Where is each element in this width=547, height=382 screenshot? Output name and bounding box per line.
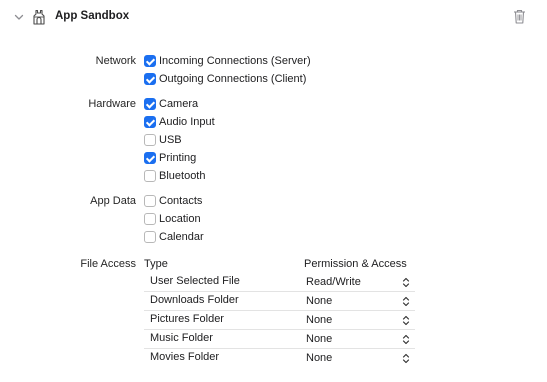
app-data-option-location: Location — [0, 211, 547, 229]
popup-arrows-icon[interactable] — [402, 277, 410, 288]
app-data-option-calendar: Calendar — [0, 229, 547, 247]
checkbox-label: Calendar — [159, 231, 204, 243]
trash-icon[interactable] — [513, 9, 526, 24]
table-row: User Selected File Read/Write — [144, 273, 415, 292]
hardware-option-usb: USB — [0, 132, 547, 150]
popup-arrows-icon[interactable] — [402, 353, 410, 364]
permission-value[interactable]: None — [306, 333, 332, 345]
checkbox-label: Audio Input — [159, 116, 215, 128]
checkbox-label: Bluetooth — [159, 170, 206, 182]
calendar-checkbox[interactable] — [144, 231, 156, 243]
table-row: Music Folder None — [144, 330, 415, 349]
network-option-incoming: Incoming Connections (Server) — [0, 53, 547, 71]
file-type: Music Folder — [150, 332, 213, 344]
sandbox-icon — [33, 9, 45, 25]
permission-value[interactable]: None — [306, 314, 332, 326]
table-row: Downloads Folder None — [144, 292, 415, 311]
usb-checkbox[interactable] — [144, 134, 156, 146]
popup-arrows-icon[interactable] — [402, 334, 410, 345]
column-header-type: Type — [144, 258, 168, 270]
audio-input-checkbox[interactable] — [144, 116, 156, 128]
permission-value[interactable]: None — [306, 352, 332, 364]
capability-title: App Sandbox — [55, 10, 130, 22]
bluetooth-checkbox[interactable] — [144, 170, 156, 182]
location-checkbox[interactable] — [144, 213, 156, 225]
popup-arrows-icon[interactable] — [402, 296, 410, 307]
checkbox-label: Printing — [159, 152, 197, 164]
hardware-option-printing: Printing — [0, 150, 547, 168]
chevron-down-icon[interactable] — [13, 11, 25, 23]
checkbox-label: Outgoing Connections (Client) — [159, 73, 307, 85]
contacts-checkbox[interactable] — [144, 195, 156, 207]
file-type: Downloads Folder — [150, 294, 239, 306]
table-row: Pictures Folder None — [144, 311, 415, 330]
file-type: Movies Folder — [150, 351, 220, 363]
permission-value[interactable]: Read/Write — [306, 276, 361, 288]
outgoing-connections-checkbox[interactable] — [144, 73, 156, 85]
popup-arrows-icon[interactable] — [402, 315, 410, 326]
app-data-option-contacts: Contacts — [0, 193, 547, 211]
permission-value[interactable]: None — [306, 295, 332, 307]
incoming-connections-checkbox[interactable] — [144, 55, 156, 67]
file-type: User Selected File — [150, 275, 240, 287]
file-access-label: File Access — [80, 258, 136, 270]
capability-header: App Sandbox — [0, 0, 547, 34]
table-row: Movies Folder None — [144, 349, 415, 368]
checkbox-label: Location — [159, 213, 201, 225]
printing-checkbox[interactable] — [144, 152, 156, 164]
checkbox-label: Contacts — [159, 195, 203, 207]
hardware-option-camera: Camera — [0, 96, 547, 114]
network-option-outgoing: Outgoing Connections (Client) — [0, 71, 547, 89]
checkbox-label: Incoming Connections (Server) — [159, 55, 311, 67]
hardware-option-audio-input: Audio Input — [0, 114, 547, 132]
file-type: Pictures Folder — [150, 313, 224, 325]
checkbox-label: Camera — [159, 98, 199, 110]
hardware-option-bluetooth: Bluetooth — [0, 168, 547, 186]
column-header-permission: Permission & Access — [304, 258, 407, 270]
camera-checkbox[interactable] — [144, 98, 156, 110]
checkbox-label: USB — [159, 134, 182, 146]
